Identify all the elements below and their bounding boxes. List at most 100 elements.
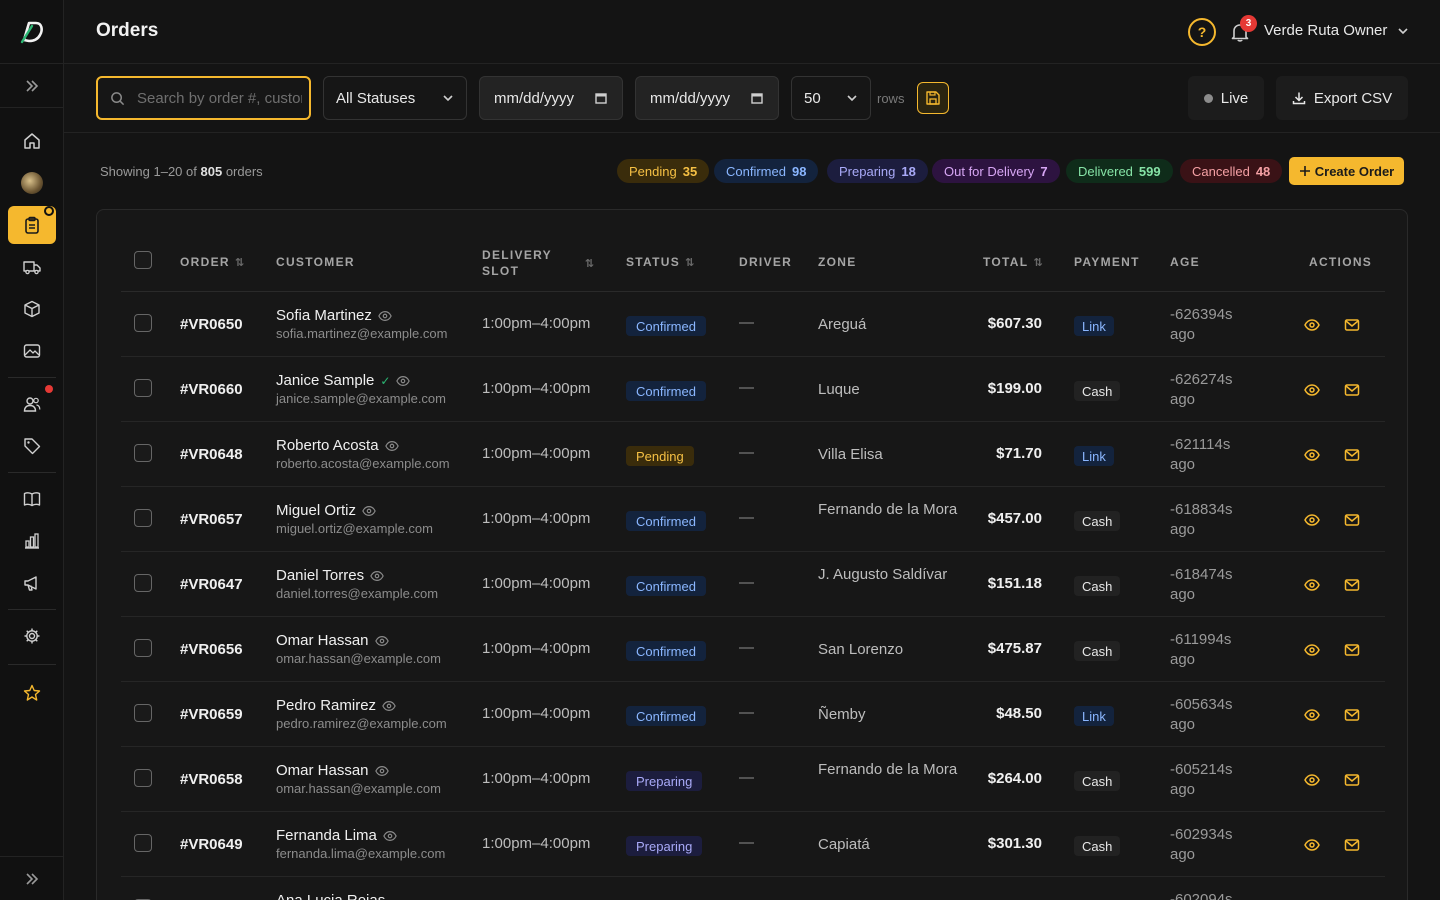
export-csv-button[interactable]: Export CSV	[1276, 76, 1408, 120]
date-from-input[interactable]: mm/dd/yyyy	[479, 76, 623, 120]
row-checkbox[interactable]	[134, 379, 152, 397]
email-customer-mail-icon[interactable]	[1344, 837, 1360, 853]
nav-media[interactable]	[8, 332, 56, 370]
nav-home[interactable]	[8, 122, 56, 160]
user-menu[interactable]: Verde Ruta Owner	[1264, 22, 1409, 39]
table-row[interactable]: #VR0649 Fernanda Lima ✓ fernanda.lima@ex…	[121, 812, 1385, 877]
nav-analytics[interactable]	[8, 522, 56, 560]
email-customer-mail-icon[interactable]	[1344, 707, 1360, 723]
row-checkbox[interactable]	[134, 314, 152, 332]
email-customer-mail-icon[interactable]	[1344, 642, 1360, 658]
view-order-eye-icon[interactable]	[1304, 837, 1320, 853]
table-row[interactable]: Ana Lucia Rojas ✓ -602094s	[121, 877, 1385, 900]
status-select[interactable]: All Statuses	[323, 76, 467, 120]
order-number[interactable]: #VR0658	[180, 771, 243, 788]
select-all-checkbox[interactable]	[134, 251, 152, 269]
help-button[interactable]: ?	[1188, 18, 1216, 46]
eye-icon[interactable]	[384, 439, 399, 453]
row-checkbox[interactable]	[134, 834, 152, 852]
email-customer-mail-icon[interactable]	[1344, 577, 1360, 593]
nav-settings[interactable]	[8, 617, 56, 655]
eye-icon[interactable]	[362, 504, 376, 518]
column-total[interactable]: TOTAL ⇅	[983, 255, 1043, 269]
nav-promotions[interactable]	[8, 427, 56, 465]
rows-per-page-select[interactable]: 50	[791, 76, 871, 120]
customer-name[interactable]: Omar Hassan	[276, 762, 369, 779]
customer-name[interactable]: Sofia Martinez	[276, 307, 372, 324]
nav-delivery[interactable]	[8, 248, 56, 286]
nav-catalog[interactable]	[8, 480, 56, 518]
customer-name[interactable]: Omar Hassan	[276, 632, 369, 649]
view-order-eye-icon[interactable]	[1304, 447, 1320, 463]
customer-name[interactable]: Ana Lucia Rojas	[276, 892, 385, 900]
order-number[interactable]: #VR0659	[180, 706, 243, 723]
view-order-eye-icon[interactable]	[1304, 772, 1320, 788]
eye-icon[interactable]	[370, 569, 384, 583]
customer-name[interactable]: Pedro Ramirez	[276, 697, 376, 714]
expand-sidebar-bottom-button[interactable]	[0, 856, 64, 900]
row-checkbox[interactable]	[134, 444, 152, 462]
status-chip-pending[interactable]: Pending 35	[617, 159, 710, 183]
order-number[interactable]: #VR0657	[180, 511, 243, 528]
table-row[interactable]: #VR0660 Janice Sample ✓ janice.sample@ex…	[121, 357, 1385, 422]
email-customer-mail-icon[interactable]	[1344, 317, 1360, 333]
view-order-eye-icon[interactable]	[1304, 707, 1320, 723]
order-number[interactable]: #VR0649	[180, 836, 243, 853]
email-customer-mail-icon[interactable]	[1344, 382, 1360, 398]
column-delivery-slot[interactable]: DELIVERY SLOT ⇅	[482, 247, 594, 279]
expand-sidebar-button[interactable]	[0, 64, 64, 108]
view-order-eye-icon[interactable]	[1304, 642, 1320, 658]
table-row[interactable]: #VR0647 Daniel Torres ✓ daniel.torres@ex…	[121, 552, 1385, 617]
eye-icon[interactable]	[383, 829, 397, 843]
customer-name[interactable]: Daniel Torres	[276, 567, 364, 584]
view-order-eye-icon[interactable]	[1304, 577, 1320, 593]
create-order-button[interactable]: Create Order	[1289, 157, 1404, 185]
customer-name[interactable]: Miguel Ortiz	[276, 502, 356, 519]
nav-products[interactable]	[8, 290, 56, 328]
status-chip-cancelled[interactable]: Cancelled 48	[1180, 159, 1283, 183]
row-checkbox[interactable]	[134, 704, 152, 722]
row-checkbox[interactable]	[134, 509, 152, 527]
status-chip-delivered[interactable]: Delivered 599	[1066, 159, 1173, 183]
customer-name[interactable]: Fernanda Lima	[276, 827, 377, 844]
email-customer-mail-icon[interactable]	[1344, 447, 1360, 463]
nav-favorites[interactable]	[8, 674, 56, 712]
search-input[interactable]	[137, 89, 302, 107]
email-customer-mail-icon[interactable]	[1344, 772, 1360, 788]
nav-marketing[interactable]	[8, 564, 56, 602]
column-order[interactable]: ORDER ⇅	[180, 255, 244, 269]
order-number[interactable]: #VR0660	[180, 381, 243, 398]
app-logo[interactable]	[0, 0, 64, 64]
nav-store-avatar[interactable]	[8, 164, 56, 202]
order-number[interactable]: #VR0656	[180, 641, 243, 658]
eye-icon[interactable]	[396, 374, 411, 388]
table-row[interactable]: #VR0659 Pedro Ramirez ✓ pedro.ramirez@ex…	[121, 682, 1385, 747]
order-number[interactable]: #VR0648	[180, 446, 243, 463]
eye-icon[interactable]	[378, 309, 392, 323]
table-row[interactable]: #VR0657 Miguel Ortiz ✓ miguel.ortiz@exam…	[121, 487, 1385, 552]
status-chip-confirmed[interactable]: Confirmed 98	[714, 159, 819, 183]
row-checkbox[interactable]	[134, 769, 152, 787]
table-row[interactable]: #VR0658 Omar Hassan ✓ omar.hassan@exampl…	[121, 747, 1385, 812]
eye-icon[interactable]	[382, 699, 396, 713]
eye-icon[interactable]	[374, 634, 389, 648]
row-checkbox[interactable]	[134, 639, 152, 657]
column-status[interactable]: STATUS ⇅	[626, 255, 694, 269]
view-order-eye-icon[interactable]	[1304, 512, 1320, 528]
date-to-input[interactable]: mm/dd/yyyy	[635, 76, 779, 120]
email-customer-mail-icon[interactable]	[1344, 512, 1360, 528]
table-row[interactable]: #VR0650 Sofia Martinez ✓ sofia.martinez@…	[121, 292, 1385, 357]
customer-name[interactable]: Roberto Acosta	[276, 437, 379, 454]
live-toggle-button[interactable]: Live	[1188, 76, 1264, 120]
order-number[interactable]: #VR0647	[180, 576, 243, 593]
order-number[interactable]: #VR0650	[180, 316, 243, 333]
eye-icon[interactable]	[374, 764, 389, 778]
view-order-eye-icon[interactable]	[1304, 317, 1320, 333]
table-row[interactable]: #VR0656 Omar Hassan ✓ omar.hassan@exampl…	[121, 617, 1385, 682]
customer-name[interactable]: Janice Sample	[276, 372, 374, 389]
table-row[interactable]: #VR0648 Roberto Acosta ✓ roberto.acosta@…	[121, 422, 1385, 487]
row-checkbox[interactable]	[134, 574, 152, 592]
status-chip-out-for-delivery[interactable]: Out for Delivery 7	[932, 159, 1060, 183]
status-chip-preparing[interactable]: Preparing 18	[827, 159, 928, 183]
save-view-button[interactable]	[917, 82, 949, 114]
